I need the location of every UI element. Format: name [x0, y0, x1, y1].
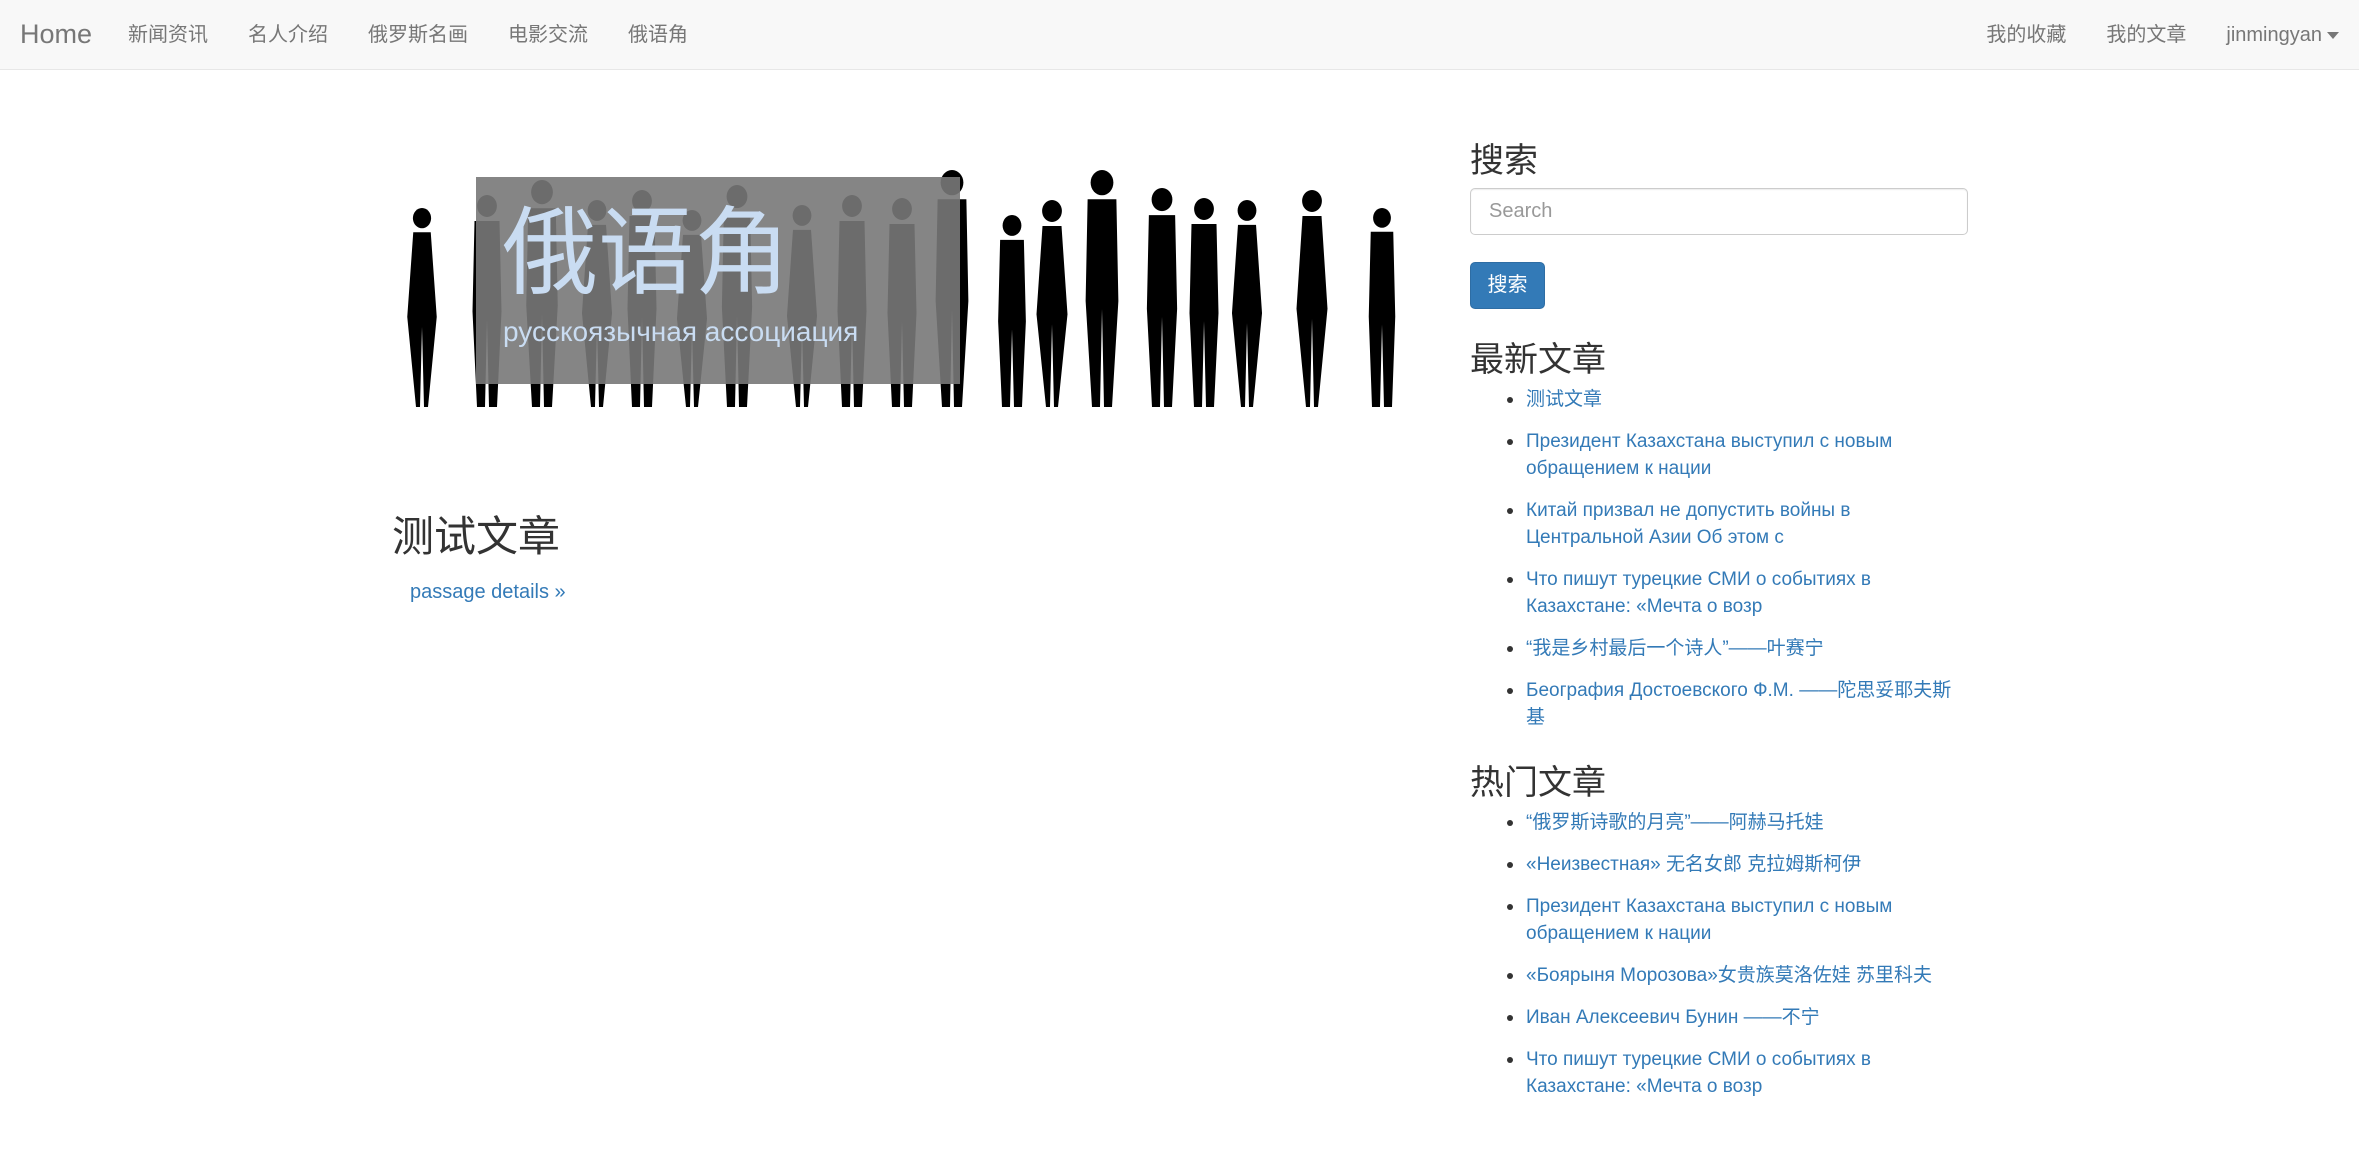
latest-article-link[interactable]: Китай призвал не допустить войны в Центр… — [1526, 500, 1850, 548]
list-item: Президент Казахстана выступил с новым об… — [1470, 428, 1970, 482]
list-item: Что пишут турецкие СМИ о событиях в Каза… — [1470, 1046, 1970, 1100]
hot-articles-heading: 热门文章 — [1470, 764, 1606, 802]
list-item: “我是乡村最后一个诗人”——叶赛宁 — [1470, 635, 1970, 662]
latest-article-link[interactable]: Президент Казахстана выступил с новым об… — [1526, 431, 1892, 479]
hero-title: 俄语角 — [502, 197, 790, 309]
nav-right: 我的收藏 我的文章 jinmingyan — [1966, 0, 2341, 70]
user-menu-dropdown[interactable]: jinmingyan — [2206, 0, 2341, 70]
list-item: “俄罗斯诗歌的月亮”——阿赫马托娃 — [1470, 809, 1970, 836]
article-title: 测试文章 — [392, 513, 561, 560]
nav-item-celebrities[interactable]: 名人介绍 — [228, 0, 348, 70]
latest-article-link[interactable]: Что пишут турецкие СМИ о событиях в Каза… — [1526, 569, 1871, 617]
hot-article-link[interactable]: “俄罗斯诗歌的月亮”——阿赫马托娃 — [1526, 812, 1824, 833]
list-item: Что пишут турецкие СМИ о событиях в Каза… — [1470, 566, 1970, 620]
list-item: «Боярыня Морозова»女贵族莫洛佐娃 苏里科夫 — [1470, 962, 1970, 989]
hero-subtitle: русскоязычная ассоциация — [503, 316, 859, 347]
latest-article-link[interactable]: 测试文章 — [1526, 389, 1602, 410]
latest-articles-heading: 最新文章 — [1470, 341, 1606, 379]
search-heading: 搜索 — [1470, 142, 1538, 180]
hot-article-link[interactable]: «Боярыня Морозова»女贵族莫洛佐娃 苏里科夫 — [1526, 965, 1932, 986]
nav-item-russian-corner[interactable]: 俄语角 — [608, 0, 708, 70]
nav-item-movies[interactable]: 电影交流 — [488, 0, 608, 70]
username: jinmingyan — [2226, 24, 2322, 46]
nav-item-favorites[interactable]: 我的收藏 — [1966, 0, 2086, 70]
list-item: Китай призвал не допустить войны в Центр… — [1470, 497, 1970, 551]
caret-down-icon — [2327, 32, 2339, 40]
hot-article-link[interactable]: Президент Казахстана выступил с новым об… — [1526, 896, 1892, 944]
search-button[interactable]: 搜索 — [1470, 262, 1545, 309]
hot-article-link[interactable]: «Неизвестная» 无名女郎 克拉姆斯柯伊 — [1526, 854, 1861, 875]
hot-article-link[interactable]: Иван Алексеевич Бунин ——不宁 — [1526, 1007, 1820, 1028]
hot-article-link[interactable]: Что пишут турецкие СМИ о событиях в Каза… — [1526, 1049, 1871, 1097]
nav-left: 新闻资讯 名人介绍 俄罗斯名画 电影交流 俄语角 — [108, 0, 708, 70]
nav-item-paintings[interactable]: 俄罗斯名画 — [348, 0, 488, 70]
list-item: Иван Алексеевич Бунин ——不宁 — [1470, 1004, 1970, 1031]
list-item: «Неизвестная» 无名女郎 克拉姆斯柯伊 — [1470, 851, 1970, 878]
hot-articles-list: “俄罗斯诗歌的月亮”——阿赫马托娃 «Неизвестная» 无名女郎 克拉姆… — [1470, 809, 1970, 1115]
passage-details-link[interactable]: passage details » — [410, 581, 566, 604]
list-item: Президент Казахстана выступил с новым об… — [1470, 893, 1970, 947]
latest-articles-list: 测试文章 Президент Казахстана выступил с нов… — [1470, 386, 1970, 746]
brand-home-link[interactable]: Home — [20, 0, 92, 70]
list-item: 测试文章 — [1470, 386, 1970, 413]
search-input[interactable] — [1470, 188, 1968, 235]
hero-banner: 俄语角 русскоязычная ассоциация — [392, 160, 1428, 415]
nav-item-my-articles[interactable]: 我的文章 — [2086, 0, 2206, 70]
nav-item-news[interactable]: 新闻资讯 — [108, 0, 228, 70]
latest-article-link[interactable]: Беография Достоевского Ф.М. ——陀思妥耶夫斯基 — [1526, 680, 1951, 728]
list-item: Беография Достоевского Ф.М. ——陀思妥耶夫斯基 — [1470, 677, 1970, 731]
latest-article-link[interactable]: “我是乡村最后一个诗人”——叶赛宁 — [1526, 638, 1824, 659]
navbar: Home 新闻资讯 名人介绍 俄罗斯名画 电影交流 俄语角 我的收藏 我的文章 … — [0, 0, 2359, 70]
